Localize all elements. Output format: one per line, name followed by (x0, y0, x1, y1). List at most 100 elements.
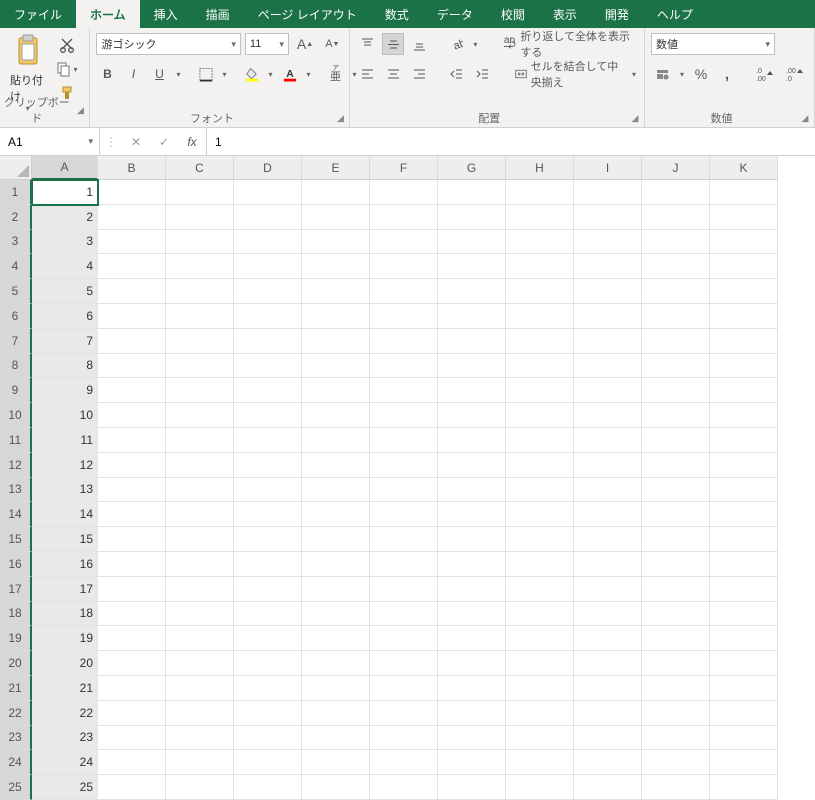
cell-J2[interactable] (642, 205, 710, 230)
cell-C5[interactable] (166, 279, 234, 304)
cell-J9[interactable] (642, 378, 710, 403)
cell-A7[interactable]: 7 (32, 329, 98, 354)
cell-D3[interactable] (234, 230, 302, 255)
row-header-12[interactable]: 12 (0, 453, 32, 478)
cell-K6[interactable] (710, 304, 778, 329)
cancel-formula-button[interactable]: ✕ (122, 128, 150, 155)
cell-B3[interactable] (98, 230, 166, 255)
cell-I17[interactable] (574, 577, 642, 602)
cell-C4[interactable] (166, 254, 234, 279)
row-header-15[interactable]: 15 (0, 527, 32, 552)
cell-H18[interactable] (506, 602, 574, 627)
cell-A25[interactable]: 25 (32, 775, 98, 800)
cell-F18[interactable] (370, 602, 438, 627)
cell-G24[interactable] (438, 750, 506, 775)
cell-A10[interactable]: 10 (32, 403, 98, 428)
cell-B18[interactable] (98, 602, 166, 627)
cell-B15[interactable] (98, 527, 166, 552)
cell-K7[interactable] (710, 329, 778, 354)
cell-K11[interactable] (710, 428, 778, 453)
cell-G9[interactable] (438, 378, 506, 403)
cell-I6[interactable] (574, 304, 642, 329)
cell-F24[interactable] (370, 750, 438, 775)
align-center-button[interactable] (382, 63, 404, 85)
cell-H16[interactable] (506, 552, 574, 577)
cell-E20[interactable] (302, 651, 370, 676)
cell-I2[interactable] (574, 205, 642, 230)
cell-B16[interactable] (98, 552, 166, 577)
row-header-1[interactable]: 1 (0, 180, 32, 205)
cell-D25[interactable] (234, 775, 302, 800)
select-all-corner[interactable] (0, 156, 32, 180)
cell-K19[interactable] (710, 626, 778, 651)
bold-button[interactable]: B (96, 63, 118, 85)
cell-A18[interactable]: 18 (32, 602, 98, 627)
italic-button[interactable]: I (122, 63, 144, 85)
cell-K13[interactable] (710, 478, 778, 503)
enter-formula-button[interactable]: ✓ (150, 128, 178, 155)
cell-J10[interactable] (642, 403, 710, 428)
align-bottom-button[interactable] (408, 33, 430, 55)
cell-B23[interactable] (98, 726, 166, 751)
namebox-resize-grip[interactable]: ⋮ (100, 135, 122, 149)
cell-C20[interactable] (166, 651, 234, 676)
column-header-A[interactable]: A (32, 156, 98, 180)
cell-G19[interactable] (438, 626, 506, 651)
cell-G23[interactable] (438, 726, 506, 751)
cell-K12[interactable] (710, 453, 778, 478)
row-header-7[interactable]: 7 (0, 329, 32, 354)
cell-B25[interactable] (98, 775, 166, 800)
cell-H6[interactable] (506, 304, 574, 329)
decrease-indent-button[interactable] (445, 63, 467, 85)
cell-E11[interactable] (302, 428, 370, 453)
cell-F12[interactable] (370, 453, 438, 478)
cell-J12[interactable] (642, 453, 710, 478)
row-header-18[interactable]: 18 (0, 602, 32, 627)
cell-E7[interactable] (302, 329, 370, 354)
cell-D7[interactable] (234, 329, 302, 354)
tab-表示[interactable]: 表示 (539, 0, 591, 28)
cell-C21[interactable] (166, 676, 234, 701)
fill-color-button[interactable] (241, 63, 263, 85)
tab-校閲[interactable]: 校閲 (487, 0, 539, 28)
cell-I5[interactable] (574, 279, 642, 304)
name-box[interactable]: ▾ (0, 128, 100, 155)
cell-C24[interactable] (166, 750, 234, 775)
align-right-button[interactable] (408, 63, 430, 85)
cell-A23[interactable]: 23 (32, 726, 98, 751)
cell-E22[interactable] (302, 701, 370, 726)
cell-J23[interactable] (642, 726, 710, 751)
cell-K23[interactable] (710, 726, 778, 751)
cell-J4[interactable] (642, 254, 710, 279)
cell-G14[interactable] (438, 502, 506, 527)
cell-K17[interactable] (710, 577, 778, 602)
cell-F1[interactable] (370, 180, 438, 205)
cell-J19[interactable] (642, 626, 710, 651)
cell-D10[interactable] (234, 403, 302, 428)
cell-C17[interactable] (166, 577, 234, 602)
cell-C11[interactable] (166, 428, 234, 453)
cell-K18[interactable] (710, 602, 778, 627)
row-header-20[interactable]: 20 (0, 651, 32, 676)
dialog-launcher-number[interactable]: ◢ (798, 111, 812, 125)
cell-A14[interactable]: 14 (32, 502, 98, 527)
row-header-2[interactable]: 2 (0, 205, 32, 230)
cell-I14[interactable] (574, 502, 642, 527)
cell-K10[interactable] (710, 403, 778, 428)
cell-G4[interactable] (438, 254, 506, 279)
cell-B10[interactable] (98, 403, 166, 428)
cell-H7[interactable] (506, 329, 574, 354)
cell-E21[interactable] (302, 676, 370, 701)
tab-データ[interactable]: データ (423, 0, 487, 28)
cell-E23[interactable] (302, 726, 370, 751)
cell-G17[interactable] (438, 577, 506, 602)
formula-input[interactable] (207, 128, 815, 155)
column-header-D[interactable]: D (234, 156, 302, 180)
cell-B9[interactable] (98, 378, 166, 403)
cell-K8[interactable] (710, 354, 778, 379)
cell-D21[interactable] (234, 676, 302, 701)
cell-E18[interactable] (302, 602, 370, 627)
cell-D22[interactable] (234, 701, 302, 726)
cell-F16[interactable] (370, 552, 438, 577)
cell-C3[interactable] (166, 230, 234, 255)
